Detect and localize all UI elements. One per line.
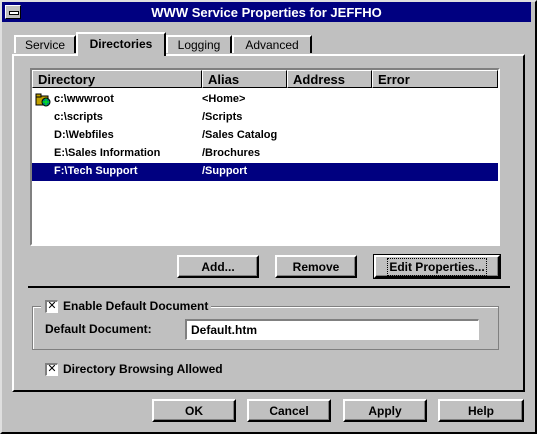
alias-cell: /Support <box>202 165 248 177</box>
list-row[interactable]: D:\Webfiles /Sales Catalog <box>32 127 498 145</box>
default-document-label: Default Document: <box>45 322 152 336</box>
directory-cell: D:\Webfiles <box>54 129 114 141</box>
add-button[interactable]: Add... <box>177 255 259 278</box>
default-document-field[interactable]: Default.htm <box>185 319 479 340</box>
directory-cell: c:\scripts <box>54 111 103 123</box>
list-row-selected[interactable]: F:\Tech Support /Support <box>32 163 498 181</box>
tab-directories[interactable]: Directories <box>76 32 166 56</box>
directory-browsing-checkbox[interactable]: ✕ <box>45 363 58 376</box>
column-error[interactable]: Error <box>372 70 498 88</box>
tab-logging[interactable]: Logging <box>166 35 232 53</box>
alias-cell: <Home> <box>202 93 246 105</box>
enable-default-document-label: Enable Default Document <box>63 299 209 313</box>
directory-cell: F:\Tech Support <box>54 165 138 177</box>
list-row[interactable]: c:\scripts /Scripts <box>32 109 498 127</box>
tab-service[interactable]: Service <box>14 35 76 53</box>
window-title: WWW Service Properties for JEFFHO <box>151 5 382 20</box>
edit-properties-button[interactable]: Edit Properties... <box>373 254 501 279</box>
remove-button[interactable]: Remove <box>275 255 357 278</box>
column-alias[interactable]: Alias <box>202 70 287 88</box>
tab-label: Advanced <box>245 38 299 52</box>
list-header: Directory Alias Address Error <box>32 70 498 88</box>
alias-cell: /Sales Catalog <box>202 129 278 141</box>
list-row[interactable]: c:\wwwroot <Home> <box>32 91 498 109</box>
tab-advanced[interactable]: Advanced <box>232 35 312 53</box>
folder-icon <box>35 93 51 107</box>
alias-cell: /Brochures <box>202 147 261 159</box>
separator <box>28 286 510 288</box>
cancel-button[interactable]: Cancel <box>247 399 331 422</box>
directory-list[interactable]: Directory Alias Address Error c:\wwwroot… <box>30 68 500 246</box>
tab-label: Directories <box>89 37 153 51</box>
column-address[interactable]: Address <box>287 70 372 88</box>
ok-button[interactable]: OK <box>152 399 236 422</box>
apply-button[interactable]: Apply <box>343 399 427 422</box>
column-directory[interactable]: Directory <box>32 70 202 88</box>
directory-cell: c:\wwwroot <box>54 93 114 105</box>
directory-browsing-label: Directory Browsing Allowed <box>63 362 223 376</box>
tab-label: Service <box>24 38 65 52</box>
directory-cell: E:\Sales Information <box>54 147 161 159</box>
tab-label: Logging <box>177 38 221 52</box>
title-bar: WWW Service Properties for JEFFHO <box>2 2 531 22</box>
help-button[interactable]: Help <box>438 399 524 422</box>
enable-default-document-checkbox[interactable]: ✕ <box>45 300 58 313</box>
alias-cell: /Scripts <box>202 111 243 123</box>
list-row[interactable]: E:\Sales Information /Brochures <box>32 145 498 163</box>
